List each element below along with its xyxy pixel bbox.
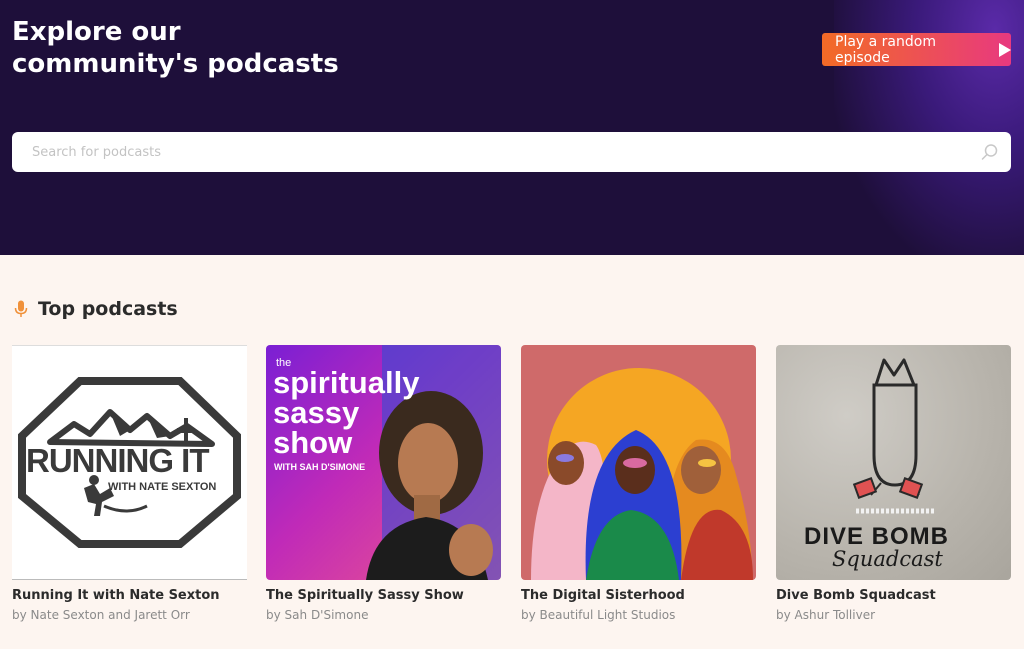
podcast-author: by Sah D'Simone xyxy=(266,608,501,622)
search-bar xyxy=(12,132,1011,172)
by-label: by xyxy=(266,608,281,622)
cover-subtitle-text: WITH SAH D'SIMONE xyxy=(274,462,366,472)
podcast-title[interactable]: Running It with Nate Sexton xyxy=(12,588,247,603)
search-input[interactable] xyxy=(12,132,972,172)
podcast-cover[interactable]: the spiritually sassy show WITH SAH D'SI… xyxy=(266,345,501,580)
top-podcasts-header: Top podcasts xyxy=(14,298,178,320)
author-name[interactable]: Beautiful Light Studios xyxy=(540,608,676,622)
microphone-icon xyxy=(14,300,28,317)
by-label: by xyxy=(776,608,791,622)
podcast-title[interactable]: Dive Bomb Squadcast xyxy=(776,588,1011,603)
podcast-card-running-it[interactable]: RUNNING IT WITH NATE SEXTON Running It w… xyxy=(12,345,247,622)
podcast-cover[interactable] xyxy=(521,345,756,580)
podcast-card-digital-sisterhood[interactable]: The Digital Sisterhood by Beautiful Ligh… xyxy=(521,345,756,622)
author-name[interactable]: Ashur Tolliver xyxy=(795,608,875,622)
author-name[interactable]: Nate Sexton and Jarett Orr xyxy=(31,608,190,622)
sisterhood-illustration xyxy=(531,368,753,580)
hero-banner: Explore our community's podcasts Play a … xyxy=(0,0,1024,255)
podcast-title[interactable]: The Spiritually Sassy Show xyxy=(266,588,501,603)
play-icon xyxy=(999,42,1011,57)
podcast-card-dive-bomb[interactable]: DIVE BOMB Squadcast Dive Bomb Squadcast … xyxy=(776,345,1011,622)
podcast-card-spiritually-sassy[interactable]: the spiritually sassy show WITH SAH D'SI… xyxy=(266,345,501,622)
search-icon[interactable] xyxy=(981,143,999,161)
cover-title-text: RUNNING IT xyxy=(26,442,209,479)
play-random-episode-button[interactable]: Play a random episode xyxy=(822,33,1011,66)
podcast-author: by Nate Sexton and Jarett Orr xyxy=(12,608,247,622)
cover-subtitle-text: WITH NATE SEXTON xyxy=(108,481,217,493)
cover-subtitle-text: Squadcast xyxy=(832,547,943,571)
podcast-author: by Beautiful Light Studios xyxy=(521,608,756,622)
cover-title-line-3: show xyxy=(273,425,353,460)
podcast-cover[interactable]: RUNNING IT WITH NATE SEXTON xyxy=(12,345,247,580)
podcast-cover[interactable]: DIVE BOMB Squadcast xyxy=(776,345,1011,580)
podcast-author: by Ashur Tolliver xyxy=(776,608,1011,622)
play-random-episode-label: Play a random episode xyxy=(835,33,936,66)
page-title: Explore our community's podcasts xyxy=(12,17,339,79)
author-name[interactable]: Sah D'Simone xyxy=(285,608,369,622)
by-label: by xyxy=(521,608,536,622)
section-title: Top podcasts xyxy=(38,298,178,320)
podcast-title[interactable]: The Digital Sisterhood xyxy=(521,588,756,603)
by-label: by xyxy=(12,608,27,622)
